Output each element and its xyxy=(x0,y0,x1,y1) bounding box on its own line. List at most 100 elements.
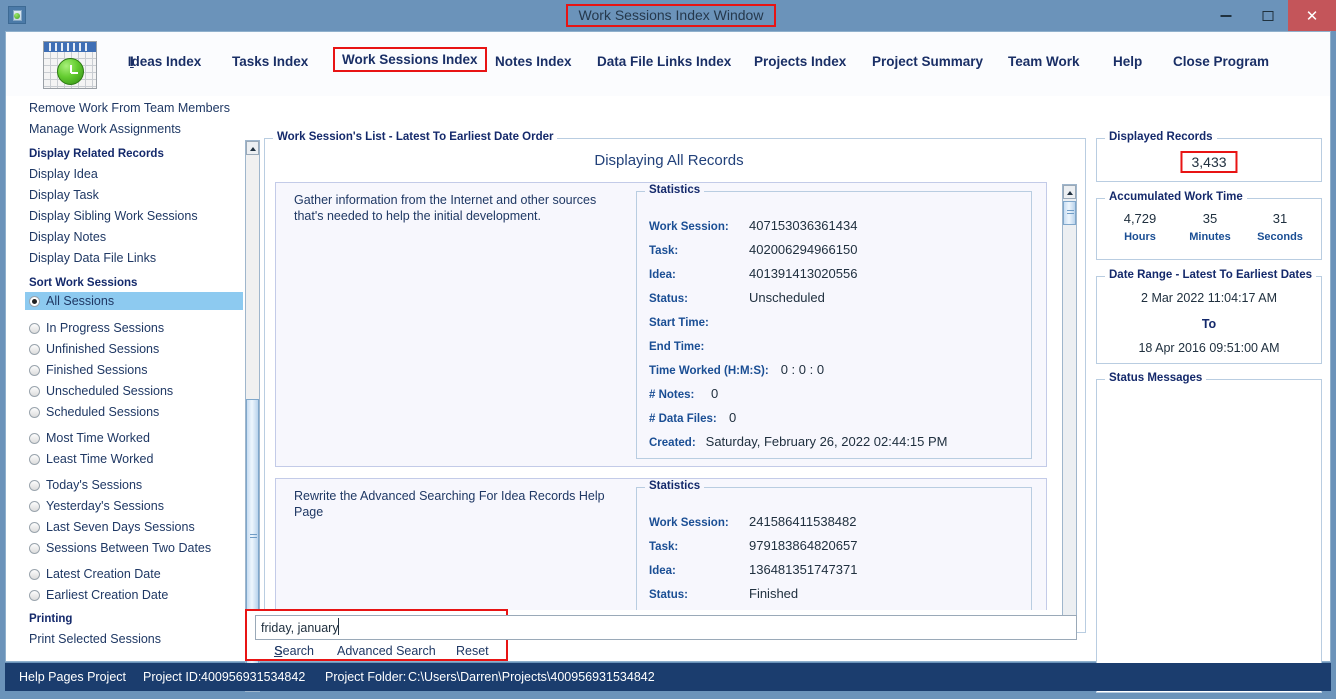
radio-icon xyxy=(29,480,40,491)
radio-label: Most Time Worked xyxy=(46,431,150,445)
sidebar-radio-latest-creation-date[interactable]: Latest Creation Date xyxy=(29,566,161,582)
menu-item-project-summary[interactable]: Project Summary xyxy=(872,54,983,69)
right-panel: Displayed Records 3,433 Accumulated Work… xyxy=(1096,130,1328,693)
minimize-button[interactable] xyxy=(1206,0,1246,31)
sidebar-radio-scheduled-sessions[interactable]: Scheduled Sessions xyxy=(29,404,159,420)
radio-label: Today's Sessions xyxy=(46,478,143,492)
stat-value-created: Saturday, February 26, 2022 02:44:15 PM xyxy=(705,434,948,449)
sidebar-radio-in-progress-sessions[interactable]: In Progress Sessions xyxy=(29,320,164,336)
minimize-icon xyxy=(1220,14,1232,17)
sidebar-radio-most-time-worked[interactable]: Most Time Worked xyxy=(29,430,150,446)
records-list: Gather information from the Internet and… xyxy=(275,182,1069,610)
menu-item-work-sessions-index[interactable]: Work Sessions Index xyxy=(333,47,487,72)
window-title: Work Sessions Index Window xyxy=(566,4,776,27)
stat-label-created: Created: xyxy=(649,437,696,449)
sidebar-radio-last-seven-days-sessions[interactable]: Last Seven Days Sessions xyxy=(29,519,195,535)
sidebar-radio-yesterdays-sessions[interactable]: Yesterday's Sessions xyxy=(29,498,164,514)
statistics-label: Statistics xyxy=(645,480,705,492)
stat-label-task: Task: xyxy=(649,245,679,257)
radio-icon xyxy=(29,386,40,397)
menu-label: Tasks Index xyxy=(232,54,309,69)
sidebar-radio-unfinished-sessions[interactable]: Unfinished Sessions xyxy=(29,341,159,357)
stat-value-status: Finished xyxy=(749,586,799,601)
radio-label: Last Seven Days Sessions xyxy=(46,520,195,534)
menu-item-close-program[interactable]: Close Program xyxy=(1173,54,1269,69)
client-area: IIdeas Index Tasks Index Work Sessions I… xyxy=(5,31,1331,693)
sidebar-radio-all-sessions[interactable]: All Sessions xyxy=(25,292,243,310)
menu-bar: IIdeas Index Tasks Index Work Sessions I… xyxy=(6,32,1330,96)
menu-label: Team Work xyxy=(1008,54,1080,69)
accumulated-work-time-box: Accumulated Work Time 4,729 Hours 35 Min… xyxy=(1096,191,1322,260)
stat-value-time-worked: 0 : 0 : 0 xyxy=(780,362,825,377)
application-window: Work Sessions Index Window ✕ IIdeas Inde… xyxy=(0,0,1336,699)
close-button[interactable]: ✕ xyxy=(1288,0,1336,31)
advanced-search-button[interactable]: Advanced Search xyxy=(337,644,436,658)
stat-value-task: 402006294966150 xyxy=(749,242,858,257)
date-range-from: 2 Mar 2022 11:04:17 AM xyxy=(1141,291,1277,305)
accumulated-minutes-label: Minutes xyxy=(1189,231,1231,243)
radio-label: Latest Creation Date xyxy=(46,567,161,581)
menu-label: Work Sessions Index xyxy=(342,52,478,67)
search-button[interactable]: SSearch xyxy=(274,644,314,658)
status-project-id: 400956931534842 xyxy=(201,670,306,684)
radio-icon xyxy=(29,344,40,355)
sidebar-heading-printing: Printing xyxy=(29,613,73,625)
sidebar-item-display-data-file-links[interactable]: Display Data File Links xyxy=(29,251,156,265)
records-list-scrollbar[interactable] xyxy=(1062,184,1077,635)
stat-value-idea: 136481351747371 xyxy=(749,562,858,577)
record-row[interactable]: Rewrite the Advanced Searching For Idea … xyxy=(275,478,1047,610)
menu-item-notes-index[interactable]: Notes Index xyxy=(495,54,572,69)
accumulated-hours-value: 4,729 xyxy=(1123,211,1157,226)
menu-item-ideas-index[interactable]: IIdeas Index xyxy=(127,54,202,69)
stat-label-idea: Idea: xyxy=(649,565,676,577)
search-button-label: Search xyxy=(274,644,314,658)
accumulated-minutes-value: 35 xyxy=(1202,211,1218,226)
record-row[interactable]: Gather information from the Internet and… xyxy=(275,182,1047,467)
menu-item-team-work[interactable]: Team Work xyxy=(1008,54,1080,69)
sidebar-radio-todays-sessions[interactable]: Today's Sessions xyxy=(29,477,142,493)
radio-label: Unfinished Sessions xyxy=(46,342,160,356)
text-caret xyxy=(338,618,339,635)
sidebar-item-manage-work-assignments[interactable]: Manage Work Assignments xyxy=(29,122,181,136)
menu-item-data-file-links-index[interactable]: Data File Links Index xyxy=(597,54,731,69)
menu-item-tasks-index[interactable]: Tasks Index xyxy=(232,54,308,69)
displayed-records-label: Displayed Records xyxy=(1105,131,1217,143)
close-icon: ✕ xyxy=(1305,7,1319,25)
radio-icon xyxy=(29,454,40,465)
record-description: Gather information from the Internet and… xyxy=(294,193,597,223)
work-sessions-group-label: Work Session's List - Latest To Earliest… xyxy=(273,131,558,143)
work-sessions-list-panel: Work Session's List - Latest To Earliest… xyxy=(264,130,1086,635)
sidebar-radio-sessions-between-two-dates[interactable]: Sessions Between Two Dates xyxy=(29,540,211,556)
menu-item-projects-index[interactable]: Projects Index xyxy=(754,54,846,69)
sidebar-radio-least-time-worked[interactable]: Least Time Worked xyxy=(29,451,153,467)
stat-label-work-session: Work Session: xyxy=(649,517,729,529)
sidebar-item-display-task[interactable]: Display Task xyxy=(29,188,99,202)
accumulated-seconds-value: 31 xyxy=(1272,211,1288,226)
accumulated-seconds-label: Seconds xyxy=(1257,231,1303,243)
sidebar-radio-finished-sessions[interactable]: Finished Sessions xyxy=(29,362,147,378)
search-input[interactable] xyxy=(255,615,1077,640)
sidebar-item-remove-work-from-team-members[interactable]: Remove Work From Team Members xyxy=(29,101,230,115)
maximize-button[interactable] xyxy=(1248,0,1288,31)
stat-label-notes: # Notes: xyxy=(649,389,695,401)
records-scroll-thumb[interactable] xyxy=(1063,201,1076,225)
menu-label: Ideas Index xyxy=(127,54,202,69)
date-range-box: Date Range - Latest To Earliest Dates 2 … xyxy=(1096,269,1322,364)
advanced-search-label: Advanced Search xyxy=(337,644,436,658)
stat-label-start-time: Start Time: xyxy=(649,317,709,329)
sidebar-radio-earliest-creation-date[interactable]: Earliest Creation Date xyxy=(29,587,168,603)
menu-label: Help xyxy=(1113,54,1143,69)
sidebar-item-display-notes[interactable]: Display Notes xyxy=(29,230,106,244)
radio-label: All Sessions xyxy=(46,294,115,308)
radio-icon xyxy=(29,323,40,334)
sidebar-item-display-sibling-work-sessions[interactable]: Display Sibling Work Sessions xyxy=(29,209,198,223)
sidebar-radio-unscheduled-sessions[interactable]: Unscheduled Sessions xyxy=(29,383,173,399)
scroll-up-icon[interactable] xyxy=(246,141,259,155)
scroll-up-icon[interactable] xyxy=(1063,185,1076,199)
radio-selected-icon xyxy=(29,296,40,307)
reset-button[interactable]: Reset xyxy=(456,644,489,658)
menu-item-help[interactable]: Help xyxy=(1113,54,1142,69)
sidebar-item-print-selected-sessions[interactable]: Print Selected Sessions xyxy=(29,632,161,646)
sidebar-item-display-idea[interactable]: Display Idea xyxy=(29,167,98,181)
menu-label: Project Summary xyxy=(872,54,984,69)
